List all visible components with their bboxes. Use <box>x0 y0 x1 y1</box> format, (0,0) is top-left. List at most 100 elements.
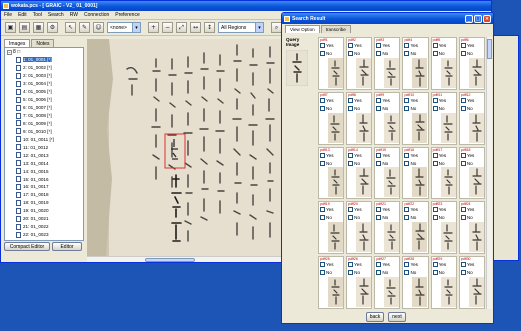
vertical-resize-icon[interactable]: ↕ <box>204 22 215 33</box>
model-select[interactable]: <none> ▾ <box>107 22 141 33</box>
menu-edit[interactable]: Edit <box>18 12 27 18</box>
tree-item[interactable]: 18: 01_0019 <box>7 199 83 207</box>
tree-item[interactable]: 2: 01_0003 [*] <box>7 72 83 80</box>
result-yes-option[interactable]: Yes <box>460 207 474 213</box>
no-checkbox[interactable] <box>432 160 438 166</box>
tree-item[interactable]: 9: 01_0010 [*] <box>7 127 83 135</box>
result-yes-option[interactable]: Yes <box>320 43 334 48</box>
tab-notes[interactable]: Notes <box>31 39 55 47</box>
result-no-option[interactable]: No <box>320 270 332 276</box>
result-cell[interactable]: pdff2 Yes No <box>346 37 373 90</box>
result-no-option[interactable]: No <box>432 270 445 276</box>
tree-item[interactable]: 1: 01_0001 [*] <box>7 56 83 64</box>
result-yes-option[interactable]: Yes <box>376 97 390 103</box>
tree-item[interactable]: 7: 01_0008 [*] <box>7 112 83 120</box>
yes-checkbox[interactable] <box>460 43 466 48</box>
horizontal-resize-icon[interactable]: ↔ <box>190 22 201 33</box>
result-yes-option[interactable]: Yes <box>460 262 474 268</box>
no-checkbox[interactable] <box>432 105 438 111</box>
menu-file[interactable]: File <box>4 12 12 18</box>
result-yes-option[interactable]: Yes <box>376 262 390 268</box>
result-no-option[interactable]: No <box>460 51 473 56</box>
yes-checkbox[interactable] <box>432 97 438 103</box>
result-cell[interactable]: pdff17 Yes No <box>430 146 457 200</box>
result-cell[interactable]: pdff16 Yes No <box>402 146 429 200</box>
image-tree[interactable]: − 8 □ 1: 01_0001 [*] 2: 01_0002 [*] 2: 01_… <box>4 47 84 241</box>
no-checkbox[interactable] <box>348 160 354 166</box>
no-checkbox[interactable] <box>404 215 410 221</box>
yes-checkbox[interactable] <box>432 262 438 268</box>
result-yes-option[interactable]: Yes <box>432 43 446 48</box>
no-checkbox[interactable] <box>376 215 382 221</box>
result-cell[interactable]: pdff29 Yes No <box>430 256 457 309</box>
result-cell[interactable]: pdff13 Yes No <box>318 146 345 200</box>
result-no-option[interactable]: No <box>432 215 445 221</box>
result-no-option[interactable]: No <box>376 51 388 56</box>
zoom-out-icon[interactable]: − <box>162 22 173 33</box>
result-no-option[interactable]: No <box>348 51 360 56</box>
tree-item[interactable]: 6: 01_0007 [*] <box>7 104 83 112</box>
result-no-option[interactable]: No <box>348 215 360 221</box>
result-yes-option[interactable]: Yes <box>404 97 418 103</box>
yes-checkbox[interactable] <box>320 207 325 213</box>
vertical-scrollbar[interactable] <box>486 37 492 309</box>
result-cell[interactable]: pdff21 Yes No <box>374 201 401 255</box>
no-checkbox[interactable] <box>432 51 438 56</box>
result-no-option[interactable]: No <box>320 215 332 221</box>
chevron-down-icon[interactable]: ▾ <box>255 23 263 32</box>
yes-checkbox[interactable] <box>348 207 354 213</box>
save-icon[interactable]: ▤ <box>19 22 30 33</box>
yes-checkbox[interactable] <box>460 207 466 213</box>
result-cell[interactable]: pdff1 Yes No <box>318 37 345 90</box>
result-no-option[interactable]: No <box>348 270 360 276</box>
tree-root[interactable]: − 8 □ <box>7 48 83 56</box>
horizontal-scrollbar[interactable] <box>87 256 285 262</box>
yes-checkbox[interactable] <box>348 262 354 268</box>
yes-checkbox[interactable] <box>376 207 382 213</box>
yes-checkbox[interactable] <box>348 43 354 48</box>
result-no-option[interactable]: No <box>404 51 416 56</box>
result-no-option[interactable]: No <box>376 105 388 111</box>
result-cell[interactable]: pdff7 Yes No <box>318 91 345 145</box>
no-checkbox[interactable] <box>460 215 466 221</box>
result-no-option[interactable]: No <box>348 105 360 111</box>
yes-checkbox[interactable] <box>432 152 438 158</box>
tree-item[interactable]: 3: 01_0004 [*] <box>7 80 83 88</box>
result-yes-option[interactable]: Yes <box>376 43 390 48</box>
tree-item[interactable]: 20: 01_0021 <box>7 215 83 223</box>
tree-item[interactable]: 22: 01_0023 <box>7 231 83 239</box>
yes-checkbox[interactable] <box>432 207 438 213</box>
result-no-option[interactable]: No <box>320 160 332 166</box>
yes-checkbox[interactable] <box>432 43 438 48</box>
result-cell[interactable]: pdff28 Yes No <box>402 256 429 309</box>
no-checkbox[interactable] <box>460 270 466 276</box>
zoom-in-icon[interactable]: + <box>148 22 159 33</box>
dialog-titlebar[interactable]: Search Result _ □ × <box>282 13 493 24</box>
yes-checkbox[interactable] <box>404 97 410 103</box>
result-yes-option[interactable]: Yes <box>320 97 334 103</box>
open-folder-icon[interactable]: ▣ <box>5 22 16 33</box>
result-no-option[interactable]: No <box>460 215 473 221</box>
result-cell[interactable]: pdff24 Yes No <box>458 201 485 255</box>
collapse-icon[interactable]: − <box>7 49 12 55</box>
maximize-icon[interactable]: □ <box>474 14 482 23</box>
no-checkbox[interactable] <box>376 160 382 166</box>
main-titlebar[interactable]: wokata.pcs - [ GRAIC - V2_ 01_0001] <box>1 1 491 11</box>
menu-tool[interactable]: Tool <box>33 12 42 18</box>
result-yes-option[interactable]: Yes <box>376 207 390 213</box>
result-no-option[interactable]: No <box>404 160 416 166</box>
minimize-icon[interactable]: _ <box>465 14 473 23</box>
tree-item[interactable]: 5: 01_0006 [*] <box>7 96 83 104</box>
result-cell[interactable]: pdff22 Yes No <box>402 201 429 255</box>
tree-item[interactable]: 4: 01_0005 [*] <box>7 88 83 96</box>
tab-images[interactable]: Images <box>4 39 31 47</box>
no-checkbox[interactable] <box>320 105 325 111</box>
compact-editor-button[interactable]: Compact Editor <box>4 242 50 251</box>
yes-checkbox[interactable] <box>376 97 382 103</box>
result-no-option[interactable]: No <box>432 105 445 111</box>
result-cell[interactable]: pdff15 Yes No <box>374 146 401 200</box>
next-button[interactable]: next <box>388 312 406 322</box>
no-checkbox[interactable] <box>404 105 410 111</box>
yes-checkbox[interactable] <box>320 97 325 103</box>
no-checkbox[interactable] <box>432 270 438 276</box>
